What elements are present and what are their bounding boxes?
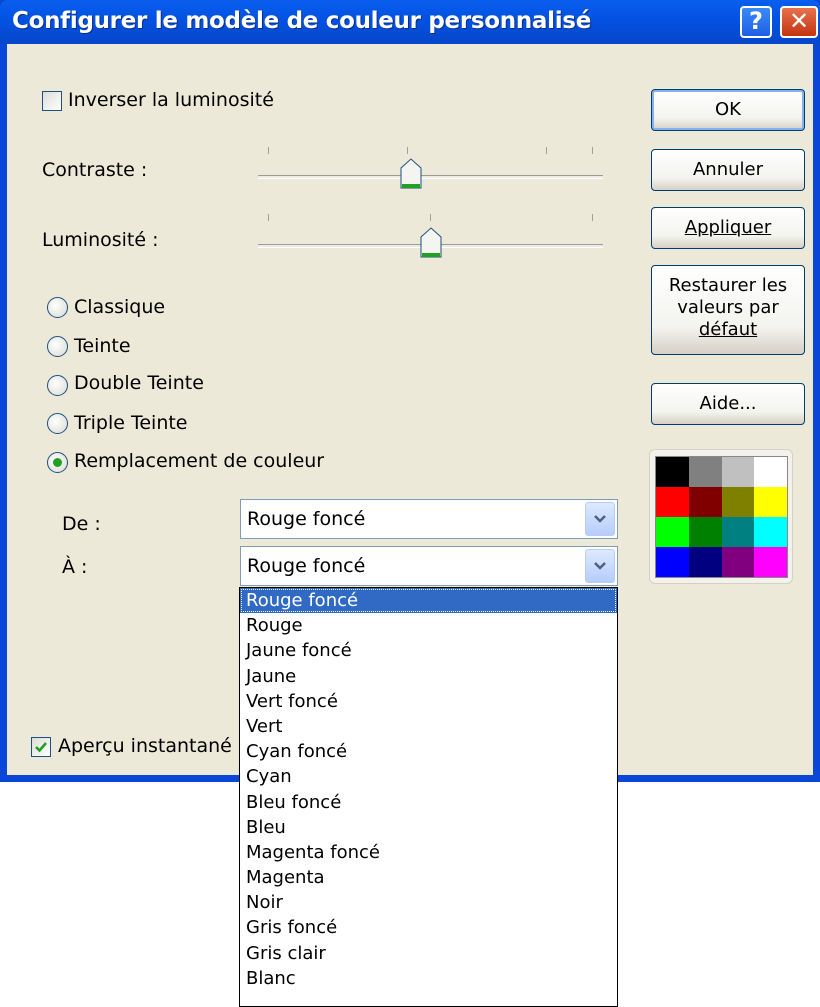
apply-button[interactable]: Appliquer <box>651 207 805 249</box>
palette-swatch[interactable] <box>656 487 689 517</box>
palette-swatch[interactable] <box>721 487 755 517</box>
palette-swatch[interactable] <box>721 547 755 577</box>
invert-luminosity-label[interactable]: Inverser la luminosité <box>68 89 274 111</box>
brightness-slider-thumb[interactable] <box>420 227 442 259</box>
close-title-button[interactable]: ✕ <box>780 6 818 38</box>
dropdown-option[interactable]: Noir <box>240 890 617 915</box>
palette-swatch[interactable] <box>721 457 755 487</box>
dropdown-option[interactable]: Gris foncé <box>240 915 617 940</box>
from-color-value: Rouge foncé <box>247 508 366 530</box>
dropdown-option[interactable]: Magenta <box>240 865 617 890</box>
cancel-button[interactable]: Annuler <box>651 149 805 191</box>
palette-swatch[interactable] <box>656 457 689 487</box>
title-bar[interactable]: Configurer le modèle de couleur personna… <box>0 0 820 44</box>
brightness-label: Luminosité : <box>42 229 159 251</box>
color-dropdown-list[interactable]: Rouge foncé Rouge Jaune foncé Jaune Vert fon… <box>239 587 618 1007</box>
palette-swatch[interactable] <box>688 547 722 577</box>
contrast-slider-thumb[interactable] <box>400 158 422 190</box>
dropdown-option[interactable]: Rouge foncé <box>240 588 617 614</box>
dropdown-option[interactable]: Jaune <box>240 664 617 689</box>
palette-swatch[interactable] <box>688 457 722 487</box>
palette-swatch[interactable] <box>754 457 787 487</box>
color-palette <box>655 456 788 578</box>
restore-defaults-button[interactable]: Restaurer les valeurs par défaut <box>651 265 805 355</box>
dropdown-option[interactable]: Rouge <box>240 613 617 638</box>
palette-swatch[interactable] <box>688 517 722 547</box>
mode-radio-double-teinte[interactable] <box>47 375 68 396</box>
mode-label-double-teinte[interactable]: Double Teinte <box>74 372 204 394</box>
dropdown-option[interactable]: Bleu foncé <box>240 790 617 815</box>
mode-radio-triple-teinte[interactable] <box>47 413 68 434</box>
radio-selected-dot <box>53 458 62 467</box>
palette-swatch[interactable] <box>688 487 722 517</box>
dropdown-option[interactable]: Vert foncé <box>240 689 617 714</box>
to-color-value: Rouge foncé <box>247 555 366 577</box>
dropdown-option[interactable]: Vert <box>240 714 617 739</box>
palette-swatch[interactable] <box>656 547 689 577</box>
dropdown-option[interactable]: Bleu <box>240 815 617 840</box>
instant-preview-checkbox[interactable] <box>31 737 51 757</box>
dialog-title: Configurer le modèle de couleur personna… <box>12 8 591 34</box>
dropdown-option[interactable]: Blanc <box>240 966 617 991</box>
dropdown-option[interactable]: Jaune foncé <box>240 638 617 663</box>
dropdown-option[interactable]: Gris clair <box>240 941 617 966</box>
from-dropdown-arrow-icon[interactable] <box>585 502 615 536</box>
mode-radio-teinte[interactable] <box>47 336 68 357</box>
palette-swatch[interactable] <box>754 487 787 517</box>
restore-line-3: défaut <box>698 319 758 340</box>
mode-label-teinte[interactable]: Teinte <box>74 335 131 357</box>
checkmark-icon <box>35 742 47 753</box>
dropdown-option[interactable]: Cyan foncé <box>240 739 617 764</box>
from-label: De : <box>62 513 101 535</box>
to-dropdown-arrow-icon[interactable] <box>585 549 615 583</box>
restore-line-1: Restaurer les <box>668 275 788 296</box>
palette-swatch[interactable] <box>721 517 755 547</box>
palette-swatch[interactable] <box>754 517 787 547</box>
instant-preview-label[interactable]: Aperçu instantané <box>58 735 232 757</box>
restore-line-2: valeurs par <box>677 297 779 318</box>
mode-radio-classique[interactable] <box>47 297 68 318</box>
mode-label-triple-teinte[interactable]: Triple Teinte <box>74 412 188 434</box>
to-color-select[interactable]: Rouge foncé <box>240 546 618 586</box>
dropdown-option[interactable]: Magenta foncé <box>240 840 617 865</box>
help-button[interactable]: Aide... <box>651 383 805 425</box>
contrast-label: Contraste : <box>42 159 148 181</box>
dropdown-option[interactable]: Cyan <box>240 764 617 789</box>
palette-swatch[interactable] <box>754 547 787 577</box>
apply-button-label: Appliquer <box>684 217 772 238</box>
to-label: À : <box>62 556 88 578</box>
mode-label-remplacement[interactable]: Remplacement de couleur <box>74 450 324 472</box>
ok-button[interactable]: OK <box>651 89 805 131</box>
invert-luminosity-checkbox[interactable] <box>42 91 62 111</box>
mode-radio-remplacement[interactable] <box>47 452 68 473</box>
from-color-select[interactable]: Rouge foncé <box>240 499 618 539</box>
palette-swatch[interactable] <box>656 517 689 547</box>
help-title-button[interactable]: ? <box>740 6 772 38</box>
mode-label-classique[interactable]: Classique <box>74 296 165 318</box>
